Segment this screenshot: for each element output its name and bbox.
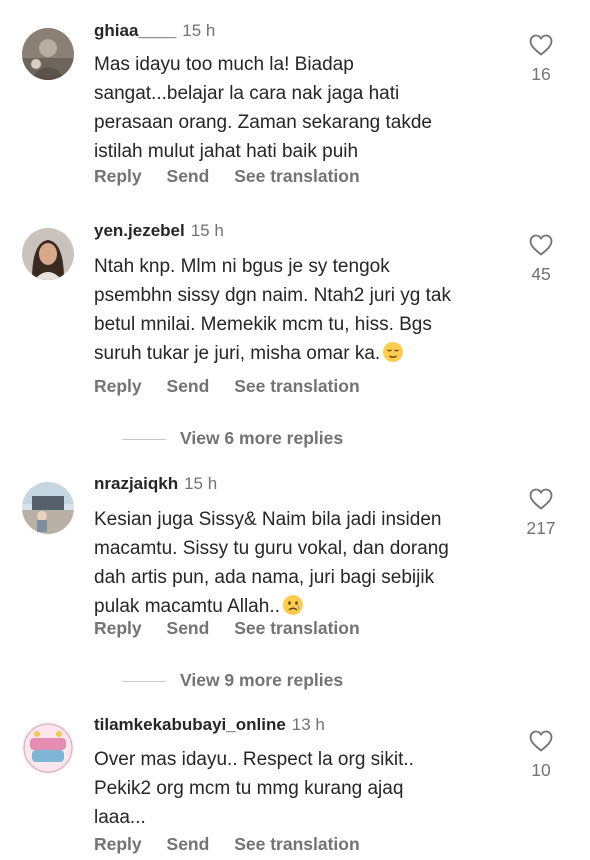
reply-button[interactable]: Reply <box>94 376 142 396</box>
comment-text: Mas idayu too much la! Biadap sangat...b… <box>94 54 432 162</box>
view-more-label: View 9 more replies <box>180 670 344 690</box>
comment-text: Kesian juga Sissy& Naim bila jadi inside… <box>94 505 514 621</box>
comment-text-body: Kesian juga Sissy& Naim bila jadi inside… <box>94 509 449 617</box>
comment-actions: Reply Send See translation <box>94 375 380 397</box>
heart-outline-icon[interactable] <box>529 234 553 256</box>
comment-header: tilamkekabubayi_online 13 h <box>94 714 325 736</box>
view-more-replies[interactable]: View 9 more replies <box>122 669 343 691</box>
heart-outline-icon[interactable] <box>529 488 553 510</box>
like-control: 217 <box>516 488 566 538</box>
sad-face-emoji <box>282 595 303 615</box>
timestamp: 15 h <box>190 221 224 240</box>
divider-line <box>122 680 166 682</box>
view-more-label: View 6 more replies <box>180 428 344 448</box>
avatar[interactable] <box>22 228 74 280</box>
timestamp: 15 h <box>182 21 216 40</box>
comment-actions: Reply Send See translation <box>94 833 380 855</box>
like-control: 16 <box>516 34 566 84</box>
reply-button[interactable]: Reply <box>94 618 142 638</box>
view-more-replies[interactable]: View 6 more replies <box>122 427 343 449</box>
send-button[interactable]: Send <box>167 618 210 638</box>
comment-header: yen.jezebel 15 h <box>94 220 224 242</box>
avatar[interactable] <box>22 28 74 80</box>
like-control: 45 <box>516 234 566 284</box>
reply-button[interactable]: Reply <box>94 166 142 186</box>
comment-actions: Reply Send See translation <box>94 617 380 639</box>
username[interactable]: nrazjaiqkh <box>94 474 178 493</box>
relieved-face-emoji <box>383 342 404 362</box>
timestamp: 15 h <box>184 474 218 493</box>
see-translation-button[interactable]: See translation <box>234 166 359 186</box>
comment-text: Ntah knp. Mlm ni bgus je sy tengok psemb… <box>94 252 514 368</box>
send-button[interactable]: Send <box>167 166 210 186</box>
comment-header: nrazjaiqkh 15 h <box>94 473 217 495</box>
see-translation-button[interactable]: See translation <box>234 376 359 396</box>
username[interactable]: tilamkekabubayi_online <box>94 715 286 734</box>
timestamp: 13 h <box>291 715 325 734</box>
avatar[interactable] <box>22 722 74 774</box>
comment-actions: Reply Send See translation <box>94 165 380 187</box>
heart-outline-icon[interactable] <box>529 34 553 56</box>
like-count: 45 <box>531 264 551 284</box>
like-count: 217 <box>526 518 556 538</box>
divider-line <box>122 438 166 440</box>
comment-text: Over mas idayu.. Respect la org sikit.. … <box>94 749 414 828</box>
heart-outline-icon[interactable] <box>529 730 553 752</box>
see-translation-button[interactable]: See translation <box>234 834 359 854</box>
send-button[interactable]: Send <box>167 834 210 854</box>
username[interactable]: yen.jezebel <box>94 221 185 240</box>
comment-header: ghiaa____ 15 h <box>94 20 215 42</box>
like-count: 16 <box>531 64 551 84</box>
avatar[interactable] <box>22 482 74 534</box>
username[interactable]: ghiaa____ <box>94 21 176 40</box>
see-translation-button[interactable]: See translation <box>234 618 359 638</box>
like-count: 10 <box>531 760 551 780</box>
like-control: 10 <box>516 730 566 780</box>
reply-button[interactable]: Reply <box>94 834 142 854</box>
send-button[interactable]: Send <box>167 376 210 396</box>
